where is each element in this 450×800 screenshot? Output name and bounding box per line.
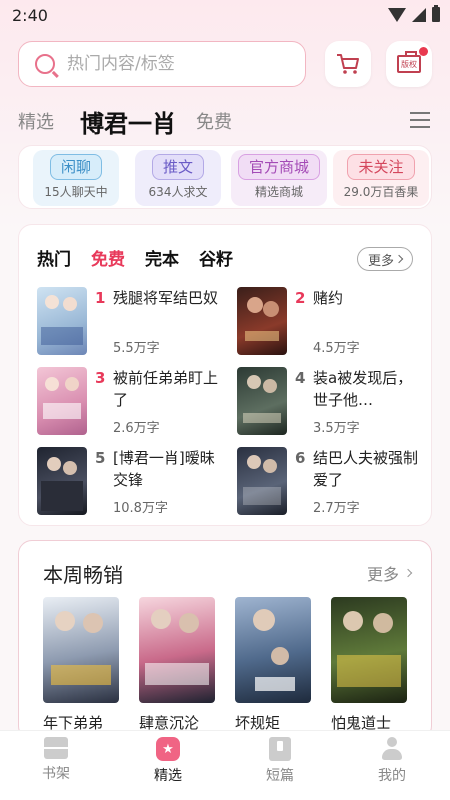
book-word-count: 2.6万字	[113, 421, 160, 436]
nav-profile[interactable]: 我的	[362, 737, 422, 785]
weekly-book[interactable]: 年下弟弟	[43, 597, 119, 733]
featured-star-icon: ★	[156, 737, 180, 761]
quick-store-label: 官方商城	[237, 154, 320, 180]
book-item[interactable]: 6 结巴人夫被强制爱了 2.7万字	[237, 447, 433, 519]
ranking-more-button[interactable]: 更多	[357, 247, 413, 271]
tab-bojunyixiao[interactable]: 博君一肖	[80, 104, 176, 139]
book-rank-number: 4	[295, 369, 306, 387]
book-word-count: 10.8万字	[113, 501, 168, 516]
cart-icon	[337, 54, 359, 74]
weekly-book-cover	[43, 597, 119, 703]
short-story-icon	[269, 737, 291, 761]
tab-free[interactable]: 免费	[196, 108, 232, 134]
quick-unfollowed-sub: 29.0万百香果	[343, 185, 419, 199]
chevron-right-icon	[394, 254, 404, 264]
quick-recommend[interactable]: 推文 634人求文	[135, 150, 221, 206]
weekly-more-label: 更多	[366, 565, 399, 584]
battery-icon	[432, 5, 440, 22]
book-item[interactable]: 5 [博君一肖]暧昧交锋 10.8万字	[37, 447, 233, 519]
book-cover	[237, 367, 287, 435]
category-tabs: 精选 博君一肖 免费	[18, 104, 432, 138]
ranking-more-label: 更多	[367, 253, 394, 269]
copyright-icon: 版权	[397, 51, 421, 73]
book-cover	[37, 367, 87, 435]
copyright-icon-text: 版权	[401, 59, 417, 69]
quick-entries: 闲聊 15人聊天中 推文 634人求文 官方商城 精选商城 未关注 29.0万百…	[18, 145, 432, 209]
book-item[interactable]: 1 残腿将军结巴奴 5.5万字	[37, 287, 233, 359]
nav-bookshelf[interactable]: 书架	[26, 737, 86, 783]
nav-bookshelf-label: 书架	[42, 766, 70, 782]
book-title: 赌约	[313, 289, 344, 307]
book-rank-number: 3	[95, 369, 106, 387]
book-item[interactable]: 3 被前任弟弟盯上了 2.6万字	[37, 367, 233, 439]
menu-icon[interactable]	[410, 112, 430, 128]
book-rank-number: 6	[295, 449, 306, 467]
weekly-book-cover	[235, 597, 311, 703]
rank-tab-free[interactable]: 免费	[91, 245, 125, 270]
book-word-count: 3.5万字	[313, 421, 360, 436]
book-word-count: 2.7万字	[313, 501, 360, 516]
ranking-panel: 热门 免费 完本 谷籽 更多 1 残腿将军结巴奴 5.5万字 2 赌约 4.5万…	[18, 224, 432, 526]
weekly-bestsellers: 本周畅销 更多 年下弟弟 肆意沉沦 坏规矩 怕鬼道士	[18, 540, 432, 740]
status-icons	[388, 5, 440, 22]
signal-icon	[412, 7, 426, 22]
quick-chat-label: 闲聊	[49, 154, 102, 180]
book-word-count: 5.5万字	[113, 341, 160, 356]
bookshelf-icon	[44, 737, 68, 759]
nav-short-stories[interactable]: 短篇	[250, 737, 310, 785]
book-rank-number: 2	[295, 289, 306, 307]
nav-profile-label: 我的	[378, 768, 406, 784]
book-title: 被前任弟弟盯上了	[113, 369, 219, 409]
search-icon	[35, 54, 55, 74]
rank-tab-hot[interactable]: 热门	[37, 245, 71, 270]
cart-button[interactable]	[325, 41, 371, 87]
weekly-book[interactable]: 怕鬼道士	[331, 597, 407, 733]
chevron-right-icon	[403, 568, 413, 578]
book-item[interactable]: 2 赌约 4.5万字	[237, 287, 433, 359]
weekly-title: 本周畅销	[43, 563, 123, 587]
book-title: [博君一肖]暧昧交锋	[113, 449, 215, 489]
book-title: 装a被发现后，世子他…	[313, 369, 413, 409]
notification-dot	[419, 47, 428, 56]
weekly-book-cover	[139, 597, 215, 703]
nav-featured[interactable]: ★ 精选	[138, 737, 198, 785]
book-cover	[37, 287, 87, 355]
search-bar[interactable]	[18, 41, 306, 87]
book-rank-number: 5	[95, 449, 106, 467]
quick-recommend-sub: 634人求文	[148, 185, 208, 199]
weekly-book[interactable]: 坏规矩	[235, 597, 311, 733]
rank-tab-complete[interactable]: 完本	[145, 245, 179, 270]
book-title: 结巴人夫被强制爱了	[313, 449, 419, 489]
book-cover	[37, 447, 87, 515]
nav-featured-label: 精选	[154, 768, 182, 784]
quick-store-sub: 精选商城	[254, 185, 303, 199]
quick-chat[interactable]: 闲聊 15人聊天中	[33, 150, 119, 206]
tab-featured[interactable]: 精选	[18, 108, 54, 134]
search-input[interactable]	[67, 54, 287, 74]
nav-short-stories-label: 短篇	[266, 768, 294, 784]
book-cover	[237, 287, 287, 355]
book-item[interactable]: 4 装a被发现后，世子他… 3.5万字	[237, 367, 433, 439]
quick-store[interactable]: 官方商城 精选商城	[231, 150, 327, 206]
copyright-button[interactable]: 版权	[386, 41, 432, 87]
quick-chat-sub: 15人聊天中	[44, 185, 108, 199]
weekly-book[interactable]: 肆意沉沦	[139, 597, 215, 733]
book-cover	[237, 447, 287, 515]
book-title: 残腿将军结巴奴	[113, 289, 219, 307]
status-time: 2:40	[12, 6, 48, 25]
book-word-count: 4.5万字	[313, 341, 360, 356]
weekly-book-cover	[331, 597, 407, 703]
profile-icon	[380, 737, 404, 761]
quick-unfollowed-label: 未关注	[347, 154, 415, 180]
status-bar: 2:40	[0, 0, 450, 32]
bottom-navigation: 书架 ★ 精选 短篇 我的	[0, 730, 450, 800]
weekly-more-button[interactable]: 更多	[366, 561, 413, 585]
wifi-icon	[388, 7, 406, 22]
quick-recommend-label: 推文	[151, 154, 204, 180]
book-rank-number: 1	[95, 289, 106, 307]
quick-unfollowed[interactable]: 未关注 29.0万百香果	[333, 150, 429, 206]
rank-tab-merch[interactable]: 谷籽	[199, 245, 233, 270]
